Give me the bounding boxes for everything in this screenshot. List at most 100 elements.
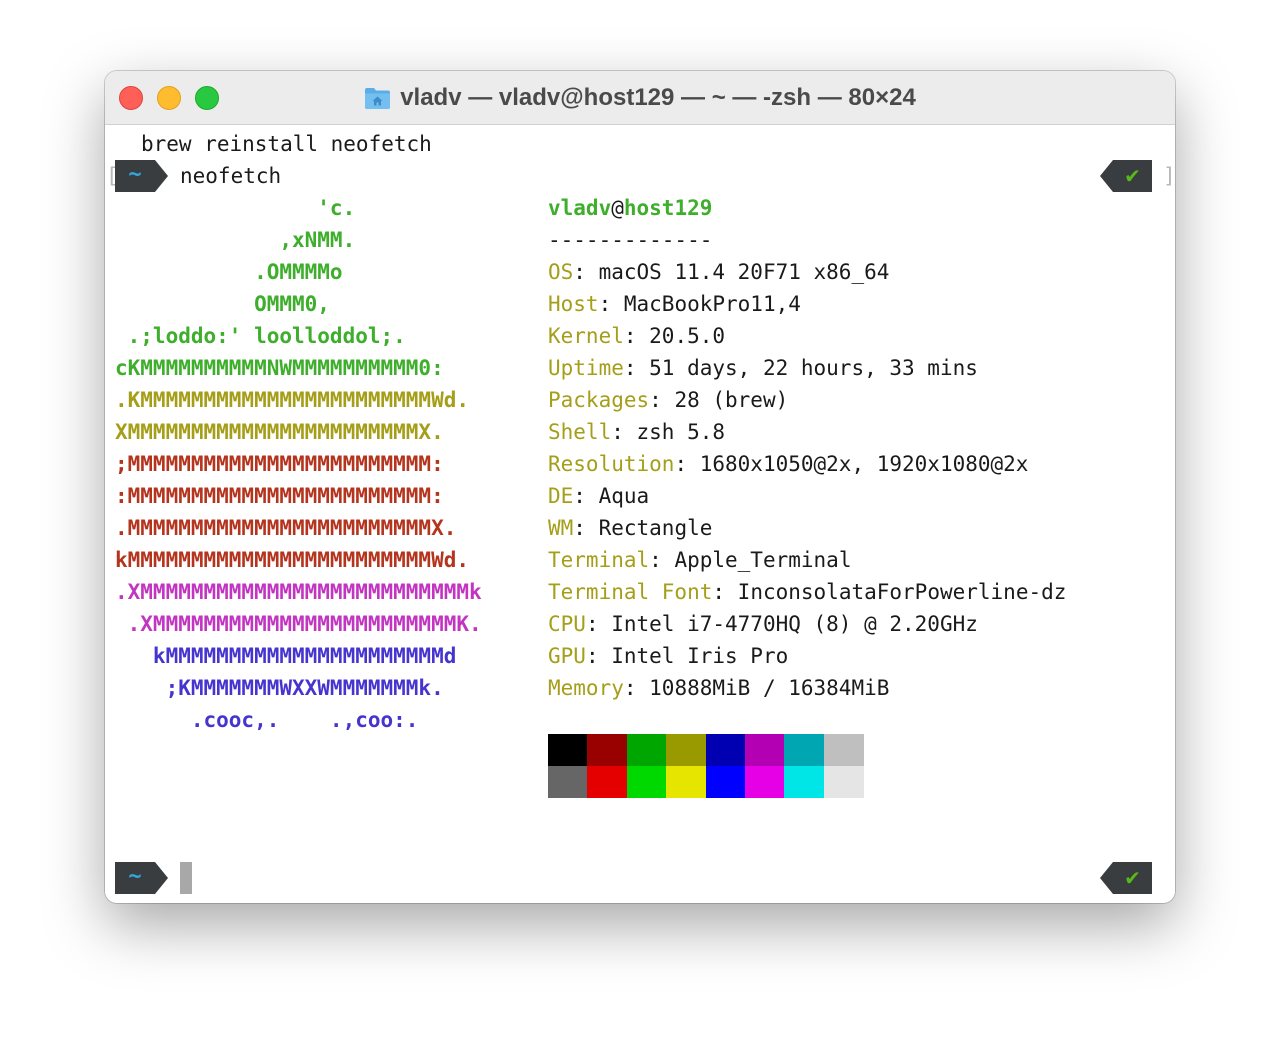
info-value: zsh 5.8 bbox=[636, 420, 726, 444]
color-swatch bbox=[626, 734, 667, 766]
active-prompt-directory: ~ bbox=[115, 862, 155, 894]
info-value: Apple_Terminal bbox=[674, 548, 852, 572]
color-swatch bbox=[745, 766, 785, 798]
at-sign: @ bbox=[611, 196, 624, 220]
logo-line: ;MMMMMMMMMMMMMMMMMMMMMMMM: bbox=[115, 452, 444, 476]
info-colon: : bbox=[573, 260, 599, 284]
info-value: Intel i7-4770HQ (8) @ 2.20GHz bbox=[611, 612, 978, 636]
info-row: Uptime: 51 days, 22 hours, 33 mins bbox=[548, 352, 978, 384]
info-row: Packages: 28 (brew) bbox=[548, 384, 788, 416]
color-palette bbox=[548, 734, 864, 798]
color-swatch bbox=[548, 734, 588, 766]
separator-line: ------------- bbox=[548, 228, 713, 252]
info-colon: : bbox=[585, 612, 612, 636]
info-colon: : bbox=[649, 388, 675, 412]
info-label: Kernel bbox=[548, 324, 624, 348]
info-label: WM bbox=[548, 516, 574, 540]
info-label: Packages bbox=[548, 388, 650, 412]
info-row: Terminal: Apple_Terminal bbox=[548, 544, 851, 576]
checkmark-icon: ✔ bbox=[1113, 160, 1152, 192]
right-prompt-arrow-icon bbox=[1100, 160, 1113, 192]
active-prompt-arrow-icon bbox=[155, 862, 168, 894]
active-checkmark-icon: ✔ bbox=[1113, 862, 1152, 894]
info-label: Memory bbox=[548, 676, 624, 700]
title-bar[interactable]: vladv — vladv@host129 — ~ — -zsh — 80×24 bbox=[105, 71, 1175, 125]
color-swatch bbox=[745, 734, 785, 766]
text-cursor[interactable] bbox=[180, 862, 192, 894]
window-title-area: vladv — vladv@host129 — ~ — -zsh — 80×24 bbox=[105, 71, 1175, 124]
logo-line: kMMMMMMMMMMMMMMMMMMMMMMd bbox=[115, 644, 457, 668]
info-label: Terminal Font bbox=[548, 580, 713, 604]
color-swatch bbox=[548, 766, 588, 798]
hostname: host129 bbox=[623, 196, 713, 220]
info-label: Host bbox=[548, 292, 599, 316]
logo-line: .MMMMMMMMMMMMMMMMMMMMMMMMX. bbox=[115, 516, 457, 540]
color-swatch bbox=[587, 766, 628, 798]
info-row: WM: Rectangle bbox=[548, 512, 712, 544]
info-label: DE bbox=[548, 484, 574, 508]
info-colon: : bbox=[573, 484, 599, 508]
color-swatch bbox=[784, 734, 825, 766]
window-title: vladv — vladv@host129 — ~ — -zsh — 80×24 bbox=[400, 83, 916, 111]
info-colon: : bbox=[611, 420, 637, 444]
info-value: macOS 11.4 20F71 x86_64 bbox=[598, 260, 890, 284]
info-row: GPU: Intel Iris Pro bbox=[548, 640, 788, 672]
color-swatch bbox=[587, 734, 628, 766]
info-colon: : bbox=[598, 292, 624, 316]
info-row: Shell: zsh 5.8 bbox=[548, 416, 725, 448]
info-value: 1680x1050@2x, 1920x1080@2x bbox=[699, 452, 1029, 476]
terminal-window: vladv — vladv@host129 — ~ — -zsh — 80×24… bbox=[105, 71, 1175, 903]
info-colon: : bbox=[623, 324, 650, 348]
terminal-content[interactable]: brew reinstall neofetch [ ~ neofetch ✔ ]… bbox=[105, 125, 1175, 903]
logo-line: ,xNMM. bbox=[115, 228, 356, 252]
info-label: GPU bbox=[548, 644, 586, 668]
info-label: OS bbox=[548, 260, 574, 284]
logo-line: .OMMMMo bbox=[115, 260, 343, 284]
color-swatch bbox=[626, 766, 667, 798]
username: vladv bbox=[548, 196, 612, 220]
logo-line: .cooc,. .,coo:. bbox=[115, 708, 419, 732]
color-swatch bbox=[666, 734, 707, 766]
info-value: 20.5.0 bbox=[649, 324, 726, 348]
info-row: DE: Aqua bbox=[548, 480, 649, 512]
info-value: InconsolataForPowerline-dz bbox=[737, 580, 1067, 604]
info-label: Resolution bbox=[548, 452, 675, 476]
info-label: Shell bbox=[548, 420, 612, 444]
prompt-directory: ~ bbox=[115, 160, 155, 192]
info-value: Aqua bbox=[598, 484, 650, 508]
info-value: MacBookPro11,4 bbox=[623, 292, 801, 316]
info-value: Intel Iris Pro bbox=[611, 644, 789, 668]
info-row: Memory: 10888MiB / 16384MiB bbox=[548, 672, 889, 704]
logo-line: kMMMMMMMMMMMMMMMMMMMMMMMMWd. bbox=[115, 548, 470, 572]
info-label: Uptime bbox=[548, 356, 624, 380]
info-colon: : bbox=[649, 548, 675, 572]
info-row: Resolution: 1680x1050@2x, 1920x1080@2x bbox=[548, 448, 1028, 480]
logo-line: ;KMMMMMMMWXXWMMMMMMMk. bbox=[115, 676, 444, 700]
info-colon: : bbox=[585, 644, 612, 668]
info-value: 51 days, 22 hours, 33 mins bbox=[649, 356, 978, 380]
logo-line: .XMMMMMMMMMMMMMMMMMMMMMMMMMMk bbox=[115, 580, 482, 604]
logo-line: 'c. bbox=[115, 196, 356, 220]
logo-line: .XMMMMMMMMMMMMMMMMMMMMMMMMK. bbox=[115, 612, 482, 636]
info-colon: : bbox=[573, 516, 599, 540]
info-colon: : bbox=[674, 452, 700, 476]
prompt-bracket-right: ] bbox=[1163, 164, 1175, 188]
info-colon: : bbox=[623, 676, 650, 700]
info-row: Terminal Font: InconsolataForPowerline-d… bbox=[548, 576, 1066, 608]
color-swatch bbox=[784, 766, 825, 798]
history-command: brew reinstall neofetch bbox=[141, 132, 432, 156]
info-row: OS: macOS 11.4 20F71 x86_64 bbox=[548, 256, 889, 288]
color-swatch bbox=[705, 766, 746, 798]
logo-line: .KMMMMMMMMMMMMMMMMMMMMMMMWd. bbox=[115, 388, 470, 412]
active-right-prompt-arrow-icon bbox=[1100, 862, 1113, 894]
color-swatch bbox=[823, 734, 864, 766]
info-row: CPU: Intel i7-4770HQ (8) @ 2.20GHz bbox=[548, 608, 978, 640]
user-host: vladv@host129 bbox=[548, 192, 712, 224]
logo-line: XMMMMMMMMMMMMMMMMMMMMMMMX. bbox=[115, 420, 444, 444]
info-value: Rectangle bbox=[598, 516, 713, 540]
prompt-arrow-icon bbox=[155, 160, 168, 192]
logo-line: .;loddo:' loolloddol;. bbox=[115, 324, 406, 348]
color-swatch bbox=[666, 766, 707, 798]
info-label: Terminal bbox=[548, 548, 650, 572]
info-colon: : bbox=[623, 356, 650, 380]
